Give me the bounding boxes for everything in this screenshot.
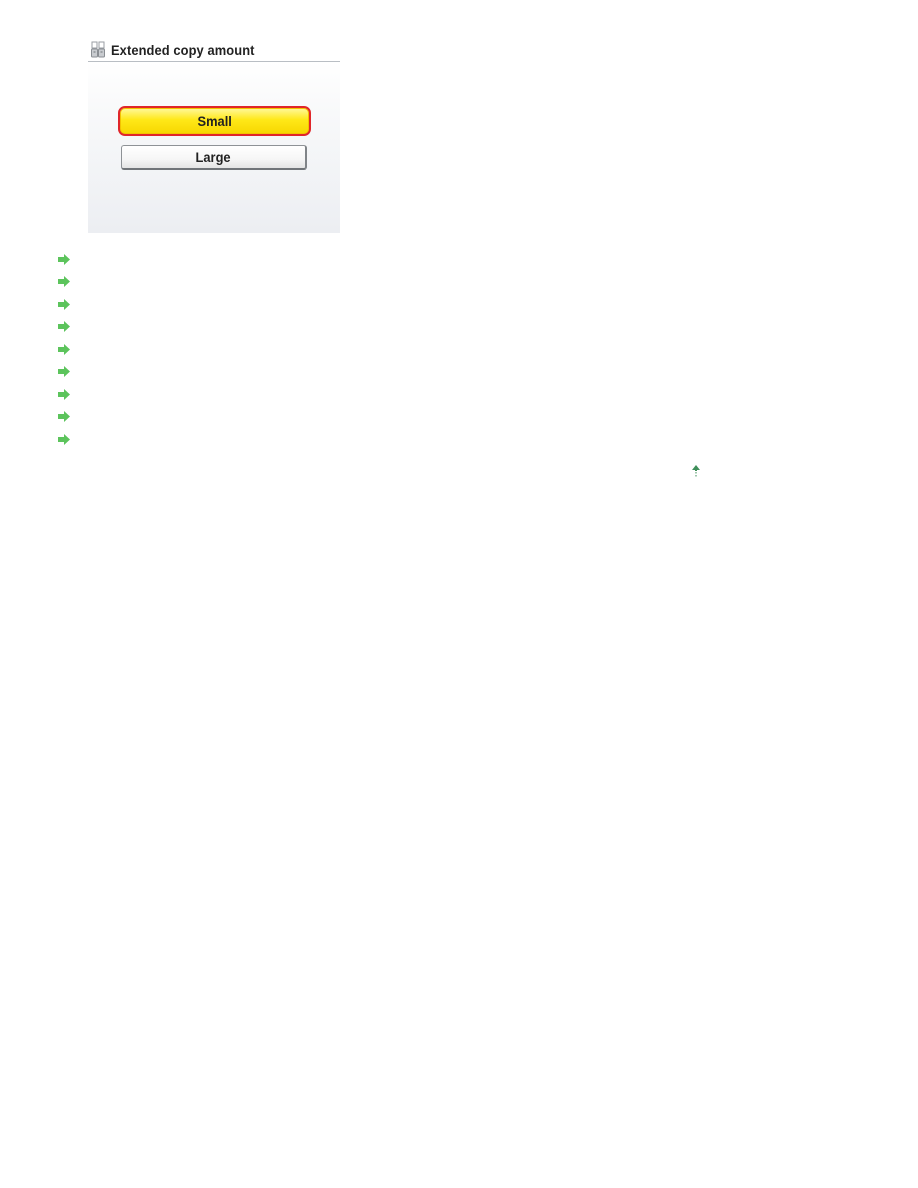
- related-link-3[interactable]: [58, 291, 71, 314]
- screen-header: Extended copy amount: [88, 38, 340, 62]
- green-arrow-right-icon: [58, 342, 71, 355]
- screen-title: Extended copy amount: [111, 41, 255, 58]
- related-link-1[interactable]: [58, 246, 71, 269]
- extended-copy-icon: [91, 41, 106, 58]
- related-links-list: [58, 246, 71, 449]
- green-arrow-right-icon: [58, 364, 71, 378]
- green-arrow-right-icon: [58, 409, 71, 423]
- option-small-button[interactable]: Small: [118, 106, 311, 136]
- related-link-5[interactable]: [58, 336, 71, 359]
- related-link-8[interactable]: [58, 404, 71, 427]
- green-arrow-right-icon: [58, 432, 71, 445]
- related-link-9[interactable]: [58, 426, 71, 449]
- page-top-link[interactable]: [690, 464, 702, 478]
- green-arrow-right-icon: [58, 297, 71, 310]
- green-arrow-right-icon: [58, 252, 71, 265]
- green-arrow-right-icon: [58, 319, 71, 333]
- arrow-up-icon: [690, 465, 702, 482]
- green-arrow-right-icon: [58, 274, 71, 288]
- options-panel: Small Large: [88, 62, 340, 233]
- related-link-7[interactable]: [58, 381, 71, 404]
- related-link-6[interactable]: [58, 359, 71, 382]
- related-link-2[interactable]: [58, 269, 71, 292]
- option-large-button[interactable]: Large: [121, 145, 307, 170]
- option-small-label: Small: [197, 113, 232, 129]
- green-arrow-right-icon: [58, 387, 71, 400]
- related-link-4[interactable]: [58, 314, 71, 337]
- page: Extended copy amount Small Large: [0, 0, 918, 1188]
- device-lcd-screen: Extended copy amount Small Large: [88, 38, 340, 233]
- option-large-label: Large: [195, 149, 232, 165]
